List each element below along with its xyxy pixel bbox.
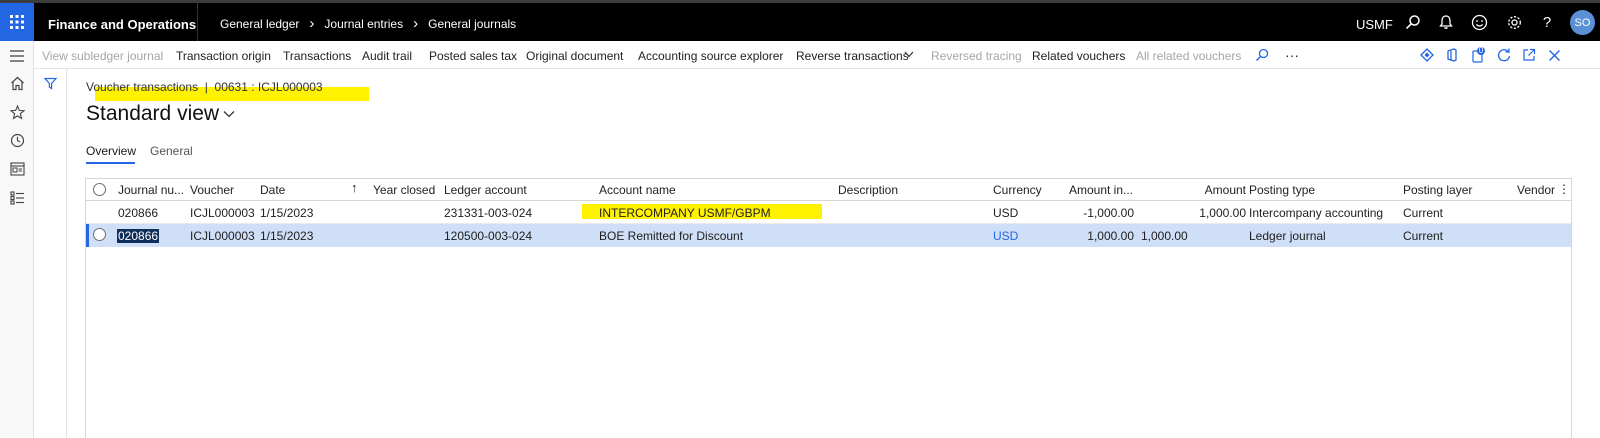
app-name[interactable]: Finance and Operations — [48, 17, 196, 32]
reversed-tracing-button[interactable]: Reversed tracing — [931, 49, 1022, 63]
company-picker[interactable]: USMF — [1356, 17, 1393, 32]
column-journal-number[interactable]: Journal nu... — [118, 183, 184, 197]
app-launcher-icon[interactable] — [0, 3, 34, 41]
cell-voucher: ICJL000003 — [190, 229, 255, 243]
chevron-right-icon: › — [413, 15, 419, 32]
column-currency[interactable]: Currency — [993, 183, 1042, 197]
column-options-icon[interactable]: ⋮ — [1558, 182, 1570, 196]
cell-amount-in: 1,000.00 — [1087, 229, 1134, 243]
workspaces-icon[interactable] — [8, 160, 26, 178]
close-icon[interactable] — [1546, 47, 1562, 63]
star-favorites-icon[interactable] — [8, 103, 26, 121]
cell-posting-type: Intercompany accounting — [1249, 206, 1384, 220]
smiley-feedback-icon[interactable] — [1470, 13, 1488, 31]
breadcrumb-general-journals[interactable]: General journals — [428, 17, 516, 31]
sort-ascending-icon: ↑ — [351, 180, 358, 195]
breadcrumb: General ledger › Journal entries › Gener… — [220, 15, 516, 32]
cell-account-name: INTERCOMPANY USMF/GBPM — [599, 206, 771, 220]
top-bar: Finance and Operations General ledger › … — [0, 0, 1600, 41]
clock-recent-icon[interactable] — [8, 131, 26, 149]
cell-voucher: ICJL000003 — [190, 206, 255, 220]
page-caption: Voucher transactions | 00631 : ICJL00000… — [86, 80, 323, 94]
active-tab-indicator — [86, 162, 135, 164]
hamburger-menu-icon[interactable] — [8, 47, 26, 65]
attachments-icon[interactable]: 0 — [1470, 46, 1486, 63]
more-actions-button[interactable]: ··· — [1285, 47, 1299, 63]
filter-icon[interactable] — [43, 77, 58, 95]
column-posting-layer[interactable]: Posting layer — [1403, 183, 1472, 197]
selected-journal-number: 020866 — [117, 229, 160, 243]
cell-journal-number[interactable]: 020866 — [117, 229, 160, 243]
refresh-icon[interactable] — [1496, 47, 1512, 63]
table-row-selected[interactable]: 020866 ICJL000003 1/15/2023 120500-003-0… — [86, 224, 1571, 247]
cell-amount: 1,000.00 — [1199, 206, 1246, 220]
view-selector[interactable]: Standard view — [86, 102, 235, 126]
cell-account-name: BOE Remitted for Discount — [599, 229, 744, 243]
accounting-source-explorer-button[interactable]: Accounting source explorer — [638, 49, 783, 63]
cell-date: 1/15/2023 — [260, 206, 314, 220]
transaction-origin-button[interactable]: Transaction origin — [176, 49, 271, 63]
grid-header-row: Journal nu... Voucher Date ↑ Year closed… — [86, 179, 1571, 201]
select-all-radio[interactable] — [93, 183, 106, 196]
cell-posting-layer: Current — [1403, 229, 1444, 243]
filter-pane — [34, 69, 67, 438]
related-vouchers-button[interactable]: Related vouchers — [1032, 49, 1125, 63]
help-icon[interactable]: ? — [1538, 13, 1556, 31]
all-related-vouchers-button[interactable]: All related vouchers — [1136, 49, 1241, 63]
column-account-name[interactable]: Account name — [599, 183, 676, 197]
cell-amount-extra: 1,000.00 — [1141, 229, 1188, 243]
open-in-new-window-icon[interactable] — [1521, 47, 1537, 63]
cell-posting-layer: Current — [1403, 206, 1444, 220]
reverse-transactions-button[interactable]: Reverse transactions — [796, 49, 909, 63]
action-pane: View subledger journal Transaction origi… — [34, 41, 1600, 69]
modules-list-icon[interactable] — [8, 189, 26, 207]
posted-sales-tax-button[interactable]: Posted sales tax — [429, 49, 517, 63]
view-subledger-journal-button[interactable]: View subledger journal — [42, 49, 163, 63]
page-title: Standard view — [86, 102, 220, 125]
home-icon[interactable] — [8, 74, 26, 92]
tab-overview[interactable]: Overview — [86, 144, 136, 158]
cell-date: 1/15/2023 — [260, 229, 314, 243]
cell-ledger-account: 231331-003-024 — [444, 206, 533, 220]
row-selection-indicator — [86, 224, 89, 247]
cell-posting-type: Ledger journal — [1249, 229, 1326, 243]
cell-journal-number: 020866 — [118, 206, 159, 220]
tab-general[interactable]: General — [150, 144, 193, 158]
column-ledger-account[interactable]: Ledger account — [444, 183, 527, 197]
gear-icon[interactable] — [1505, 13, 1523, 31]
column-year-closed[interactable]: Year closed — [373, 183, 435, 197]
column-posting-type[interactable]: Posting type — [1249, 183, 1315, 197]
header-divider — [197, 3, 198, 41]
voucher-transactions-grid: Journal nu... Voucher Date ↑ Year closed… — [85, 178, 1572, 438]
power-apps-icon[interactable] — [1419, 47, 1435, 63]
attachments-count: 0 — [1478, 46, 1484, 55]
chevron-right-icon: › — [309, 15, 315, 32]
top-accent-strip — [0, 0, 1600, 3]
column-amount-in[interactable]: Amount in... — [1056, 183, 1133, 197]
bell-icon[interactable] — [1437, 13, 1455, 31]
cell-currency-link[interactable]: USD — [993, 229, 1018, 243]
cell-amount-in: -1,000.00 — [1083, 206, 1134, 220]
search-icon[interactable] — [1404, 13, 1422, 31]
table-row[interactable]: 020866 ICJL000003 1/15/2023 231331-003-0… — [86, 201, 1571, 224]
column-date[interactable]: Date — [260, 183, 285, 197]
original-document-button[interactable]: Original document — [526, 49, 623, 63]
navigation-pane — [0, 41, 34, 438]
chevron-down-icon[interactable] — [901, 46, 917, 62]
breadcrumb-journal-entries[interactable]: Journal entries — [324, 17, 403, 31]
row-select-radio[interactable] — [93, 228, 106, 241]
column-description[interactable]: Description — [838, 183, 898, 197]
action-search-icon[interactable] — [1254, 47, 1270, 63]
chevron-down-icon — [223, 111, 235, 118]
column-vendor[interactable]: Vendor — [1517, 183, 1555, 197]
cell-ledger-account: 120500-003-024 — [444, 229, 533, 243]
audit-trail-button[interactable]: Audit trail — [362, 49, 412, 63]
breadcrumb-general-ledger[interactable]: General ledger — [220, 17, 299, 31]
office-icon[interactable] — [1444, 47, 1460, 63]
transactions-button[interactable]: Transactions — [283, 49, 351, 63]
cell-currency: USD — [993, 206, 1019, 220]
column-amount[interactable]: Amount — [1176, 183, 1246, 197]
column-voucher[interactable]: Voucher — [190, 183, 234, 197]
avatar[interactable]: SO — [1570, 10, 1595, 35]
